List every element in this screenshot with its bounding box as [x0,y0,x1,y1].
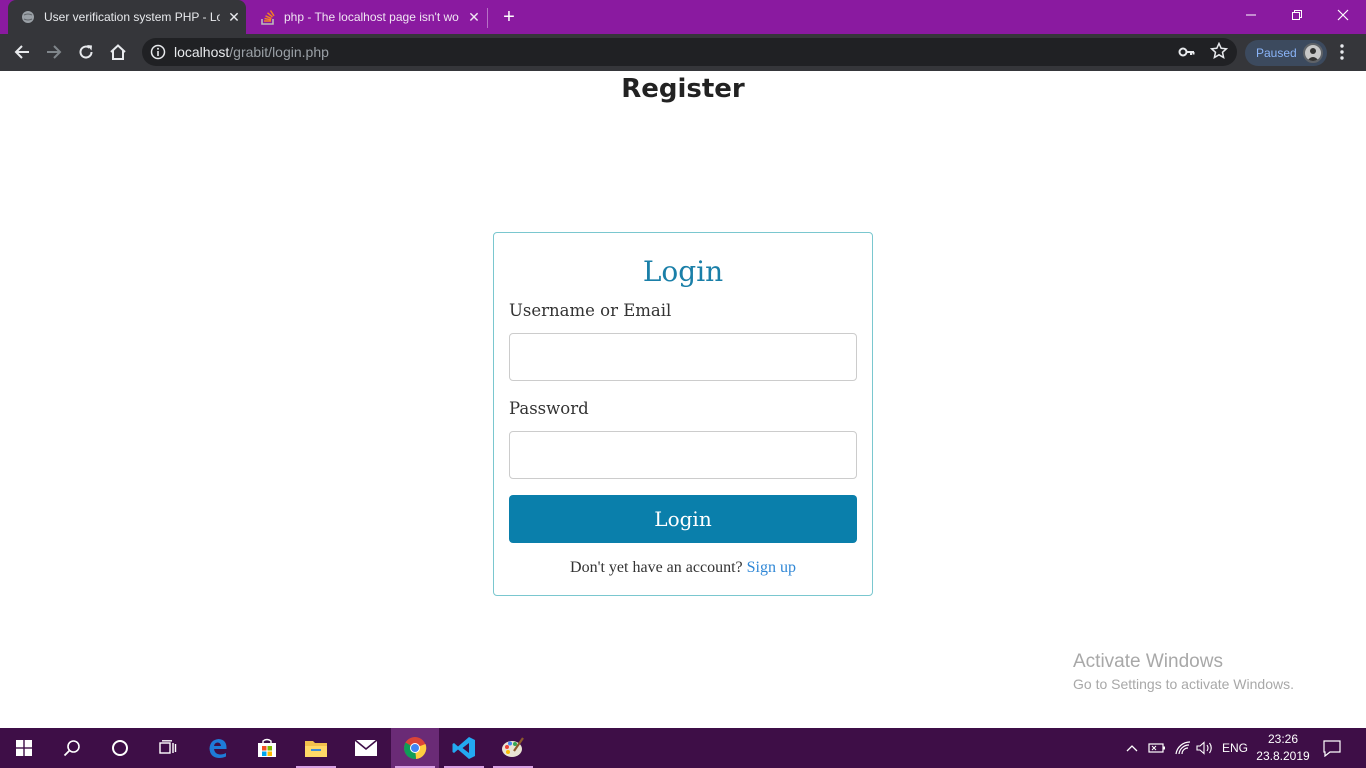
activate-windows-watermark: Activate Windows Go to Settings to activ… [1073,651,1294,692]
watermark-subtitle: Go to Settings to activate Windows. [1073,676,1294,692]
signup-prompt: Don't yet have an account? Sign up [494,559,872,577]
login-button-label: Login [654,507,712,531]
clock-date: 23.8.2019 [1256,749,1310,763]
stackoverflow-icon [260,9,276,25]
globe-icon [20,9,36,25]
menu-dots-icon[interactable] [1336,42,1348,62]
chrome-icon[interactable] [391,728,439,768]
tab-title: User verification system PHP - Lo [44,10,220,24]
username-input[interactable] [509,333,857,381]
key-icon[interactable] [1178,44,1196,60]
bookmark-star-icon[interactable] [1209,41,1229,60]
start-icon[interactable] [0,728,48,768]
password-input[interactable] [509,431,857,479]
login-button[interactable]: Login [509,495,857,543]
restore-icon[interactable] [1274,0,1320,30]
home-icon[interactable] [104,38,132,66]
page-title: Register [621,74,745,104]
reload-icon[interactable] [72,38,100,66]
store-icon[interactable] [243,728,291,768]
tab-strip: User verification system PHP - Lo ✕ php … [0,0,1366,34]
close-tab-icon[interactable]: ✕ [466,9,482,25]
wifi-icon[interactable] [1175,728,1191,768]
show-hidden-icons[interactable] [1126,728,1138,768]
battery-icon[interactable] [1148,728,1166,768]
url-path: /grabit/login.php [229,44,329,60]
site-info-icon[interactable] [150,44,166,60]
url-text[interactable]: localhost/grabit/login.php [174,44,329,60]
close-window-icon[interactable] [1320,0,1366,30]
action-center-icon[interactable] [1322,728,1342,768]
task-view-icon[interactable] [144,728,192,768]
cortana-icon[interactable] [96,728,144,768]
login-title: Login [642,255,724,288]
profile-status: Paused [1256,46,1297,60]
forward-icon[interactable] [40,38,68,66]
back-icon[interactable] [8,38,36,66]
new-tab-icon[interactable]: + [498,7,520,29]
profile-button[interactable]: Paused [1245,40,1327,66]
clock[interactable]: 23:26 23.8.2019 [1252,731,1314,765]
signup-text: Don't yet have an account? [570,559,743,576]
username-label: Username or Email [509,301,672,320]
tab-user-verification[interactable]: User verification system PHP - Lo ✕ [8,0,246,34]
close-tab-icon[interactable]: ✕ [226,9,242,25]
avatar [1303,43,1323,63]
vscode-icon[interactable] [440,728,488,768]
url-host: localhost [174,44,230,60]
login-card: Login Username or Email Password Login D… [493,232,873,596]
language-label: ENG [1222,741,1249,755]
volume-icon[interactable] [1196,728,1214,768]
signup-link[interactable]: Sign up [747,559,796,576]
taskbar: ENG [0,728,1366,768]
tab-php-error[interactable]: php - The localhost page isn't wo ✕ [248,0,486,34]
paint-icon[interactable] [489,728,537,768]
watermark-title: Activate Windows [1073,651,1223,672]
password-label: Password [509,399,589,418]
minimize-icon[interactable] [1228,0,1274,30]
clock-time: 23:26 [1267,732,1299,746]
file-explorer-icon[interactable] [292,728,340,768]
search-icon[interactable] [48,728,96,768]
mail-icon[interactable] [342,728,390,768]
edge-icon[interactable] [194,728,242,768]
tab-separator [487,8,488,28]
tab-title: php - The localhost page isn't wo [284,10,459,24]
language-indicator[interactable]: ENG [1222,728,1248,768]
page-content: Register Login Username or Email Passwor… [0,71,1366,728]
